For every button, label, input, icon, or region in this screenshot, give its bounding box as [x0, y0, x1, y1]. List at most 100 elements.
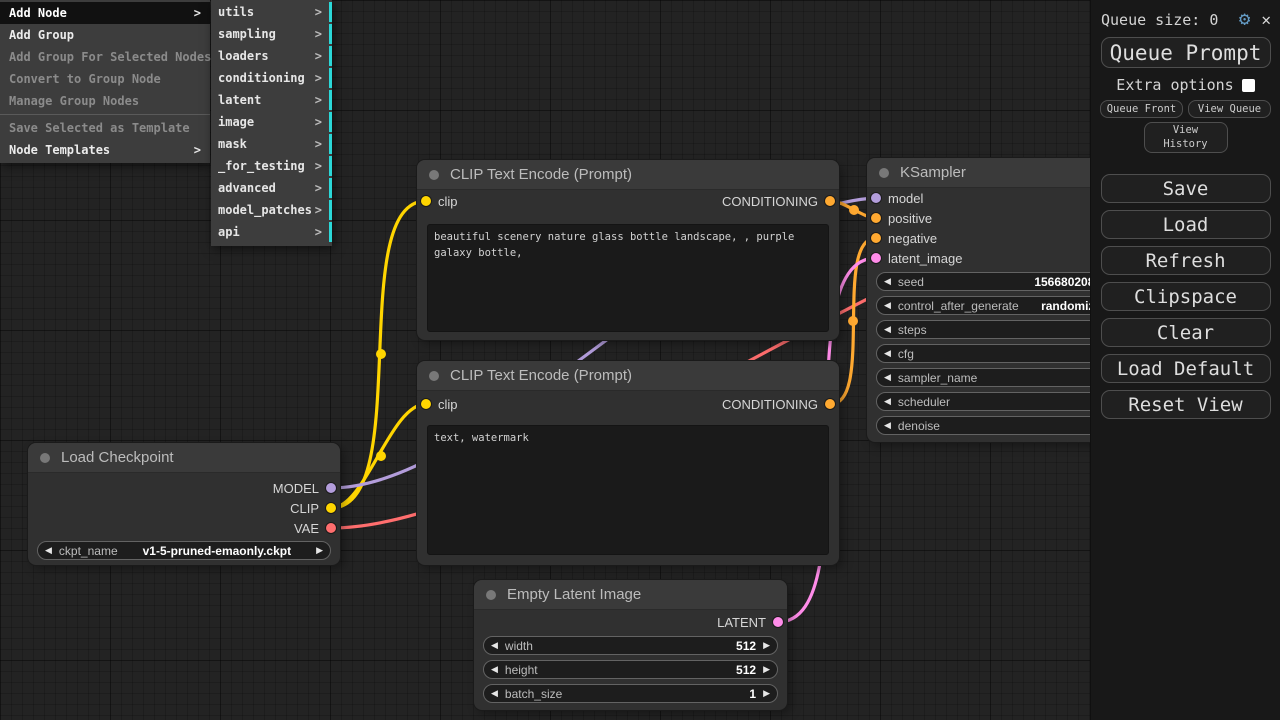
- node-title: CLIP Text Encode (Prompt): [450, 166, 633, 183]
- clear-button[interactable]: Clear: [1100, 318, 1271, 347]
- node-collapse-dot[interactable]: [429, 370, 439, 381]
- submenu-item-utils[interactable]: utils >: [211, 2, 332, 22]
- submenu-item-advanced[interactable]: advanced >: [211, 178, 332, 198]
- submenu-arrow-icon: >: [314, 203, 322, 217]
- conditioning-port-dot[interactable]: [871, 233, 881, 243]
- output-port-clip: CLIP: [290, 500, 336, 516]
- input-port-clip: clip: [421, 396, 458, 412]
- decrement-arrow-icon[interactable]: ◀: [884, 421, 891, 430]
- node-title-bar[interactable]: Load Checkpoint: [28, 443, 340, 473]
- port-label: latent_image: [888, 250, 963, 266]
- conditioning-port-dot[interactable]: [825, 196, 835, 206]
- decrement-arrow-icon[interactable]: ◀: [884, 373, 891, 382]
- menu-separator: [0, 114, 210, 115]
- widget-batch-size[interactable]: ◀ batch_size 1 ▶: [483, 684, 778, 703]
- decrement-arrow-icon[interactable]: ◀: [884, 277, 891, 286]
- submenu-item-latent[interactable]: latent >: [211, 90, 332, 110]
- submenu-item-image[interactable]: image >: [211, 112, 332, 132]
- node-collapse-dot[interactable]: [429, 169, 439, 180]
- submenu-item-mask[interactable]: mask >: [211, 134, 332, 154]
- save-button[interactable]: Save: [1100, 174, 1271, 203]
- port-label: CLIP: [290, 500, 319, 516]
- latent-port-dot[interactable]: [871, 253, 881, 263]
- model-port-dot[interactable]: [326, 483, 336, 493]
- queue-prompt-button[interactable]: Queue Prompt: [1100, 37, 1271, 68]
- model-port-dot[interactable]: [871, 193, 881, 203]
- node-collapse-dot[interactable]: [879, 167, 889, 178]
- conditioning-port-dot[interactable]: [825, 399, 835, 409]
- node-load-checkpoint[interactable]: Load Checkpoint MODEL CLIP VAE ◀ ckpt_na…: [28, 443, 340, 565]
- clip-port-dot[interactable]: [326, 503, 336, 513]
- prev-arrow-icon[interactable]: ◀: [45, 546, 52, 555]
- widget-ckpt-name[interactable]: ◀ ckpt_name v1-5-pruned-emaonly.ckpt ▶: [37, 541, 331, 560]
- node-title: Load Checkpoint: [61, 449, 174, 466]
- decrement-arrow-icon[interactable]: ◀: [884, 325, 891, 334]
- increment-arrow-icon[interactable]: ▶: [763, 641, 770, 650]
- widget-scheduler[interactable]: ◀ scheduler ▶: [876, 392, 1123, 411]
- reset-view-button[interactable]: Reset View: [1100, 390, 1271, 419]
- submenu-item-model-patches[interactable]: model_patches >: [211, 200, 332, 220]
- decrement-arrow-icon[interactable]: ◀: [491, 689, 498, 698]
- menu-item-add-node[interactable]: Add Node >: [0, 2, 210, 24]
- menu-item-add-group[interactable]: Add Group: [0, 24, 210, 46]
- extra-options-label: Extra options: [1116, 76, 1234, 94]
- clipspace-button[interactable]: Clipspace: [1100, 282, 1271, 311]
- node-collapse-dot[interactable]: [486, 589, 496, 600]
- node-title-bar[interactable]: Empty Latent Image: [474, 580, 787, 610]
- input-port-model: model: [871, 190, 923, 206]
- view-history-button[interactable]: View History: [1143, 122, 1228, 153]
- prompt-textarea[interactable]: text, watermark: [427, 425, 829, 555]
- submenu-item-conditioning[interactable]: conditioning >: [211, 68, 332, 88]
- submenu-item-api[interactable]: api >: [211, 222, 332, 242]
- link-dot: [849, 205, 859, 215]
- widget-steps[interactable]: ◀ steps ▶: [876, 320, 1123, 339]
- latent-port-dot[interactable]: [773, 617, 783, 627]
- node-collapse-dot[interactable]: [40, 452, 50, 463]
- widget-sampler-name[interactable]: ◀ sampler_name ▶: [876, 368, 1123, 387]
- load-button[interactable]: Load: [1100, 210, 1271, 239]
- close-icon[interactable]: ✕: [1261, 11, 1271, 28]
- node-empty-latent-image[interactable]: Empty Latent Image LATENT ◀ width 512 ▶ …: [474, 580, 787, 710]
- submenu-item-sampling[interactable]: sampling >: [211, 24, 332, 44]
- node-clip-text-encode-positive[interactable]: CLIP Text Encode (Prompt) clip CONDITION…: [417, 160, 839, 340]
- submenu-arrow-icon: >: [314, 93, 322, 107]
- node-title: Empty Latent Image: [507, 586, 642, 603]
- queue-front-button[interactable]: Queue Front: [1100, 100, 1183, 118]
- node-title-bar[interactable]: CLIP Text Encode (Prompt): [417, 361, 839, 391]
- decrement-arrow-icon[interactable]: ◀: [884, 301, 891, 310]
- widget-denoise[interactable]: ◀ denoise ▶: [876, 416, 1123, 435]
- submenu-item-for-testing[interactable]: _for_testing >: [211, 156, 332, 176]
- node-title-bar[interactable]: CLIP Text Encode (Prompt): [417, 160, 839, 190]
- increment-arrow-icon[interactable]: ▶: [763, 689, 770, 698]
- widget-cfg[interactable]: ◀ cfg ▶: [876, 344, 1123, 363]
- extra-options-checkbox[interactable]: [1241, 78, 1255, 92]
- node-clip-text-encode-negative[interactable]: CLIP Text Encode (Prompt) clip CONDITION…: [417, 361, 839, 565]
- increment-arrow-icon[interactable]: ▶: [763, 665, 770, 674]
- widget-width[interactable]: ◀ width 512 ▶: [483, 636, 778, 655]
- clip-port-dot[interactable]: [421, 399, 431, 409]
- widget-seed[interactable]: ◀ seed 1566802087 ▶: [876, 272, 1123, 291]
- widget-control-after-generate[interactable]: ◀ control_after_generate randomize ▶: [876, 296, 1123, 315]
- refresh-button[interactable]: Refresh: [1100, 246, 1271, 275]
- conditioning-port-dot[interactable]: [871, 213, 881, 223]
- widget-height[interactable]: ◀ height 512 ▶: [483, 660, 778, 679]
- submenu-arrow-icon: >: [314, 115, 322, 129]
- submenu-arrow-icon: >: [193, 143, 201, 157]
- vae-port-dot[interactable]: [326, 523, 336, 533]
- decrement-arrow-icon[interactable]: ◀: [884, 349, 891, 358]
- submenu-arrow-icon: >: [314, 137, 322, 151]
- output-port-vae: VAE: [294, 520, 336, 536]
- clip-port-dot[interactable]: [421, 196, 431, 206]
- prompt-textarea[interactable]: beautiful scenery nature glass bottle la…: [427, 224, 829, 332]
- load-default-button[interactable]: Load Default: [1100, 354, 1271, 383]
- settings-gear-icon[interactable]: ⚙: [1239, 10, 1250, 29]
- add-node-submenu: utils > sampling > loaders > conditioning > …: [211, 0, 332, 246]
- menu-item-node-templates[interactable]: Node Templates >: [0, 139, 210, 161]
- decrement-arrow-icon[interactable]: ◀: [491, 641, 498, 650]
- view-queue-button[interactable]: View Queue: [1188, 100, 1271, 118]
- submenu-item-loaders[interactable]: loaders >: [211, 46, 332, 66]
- decrement-arrow-icon[interactable]: ◀: [491, 665, 498, 674]
- next-arrow-icon[interactable]: ▶: [316, 546, 323, 555]
- output-port-conditioning: CONDITIONING: [722, 193, 835, 209]
- decrement-arrow-icon[interactable]: ◀: [884, 397, 891, 406]
